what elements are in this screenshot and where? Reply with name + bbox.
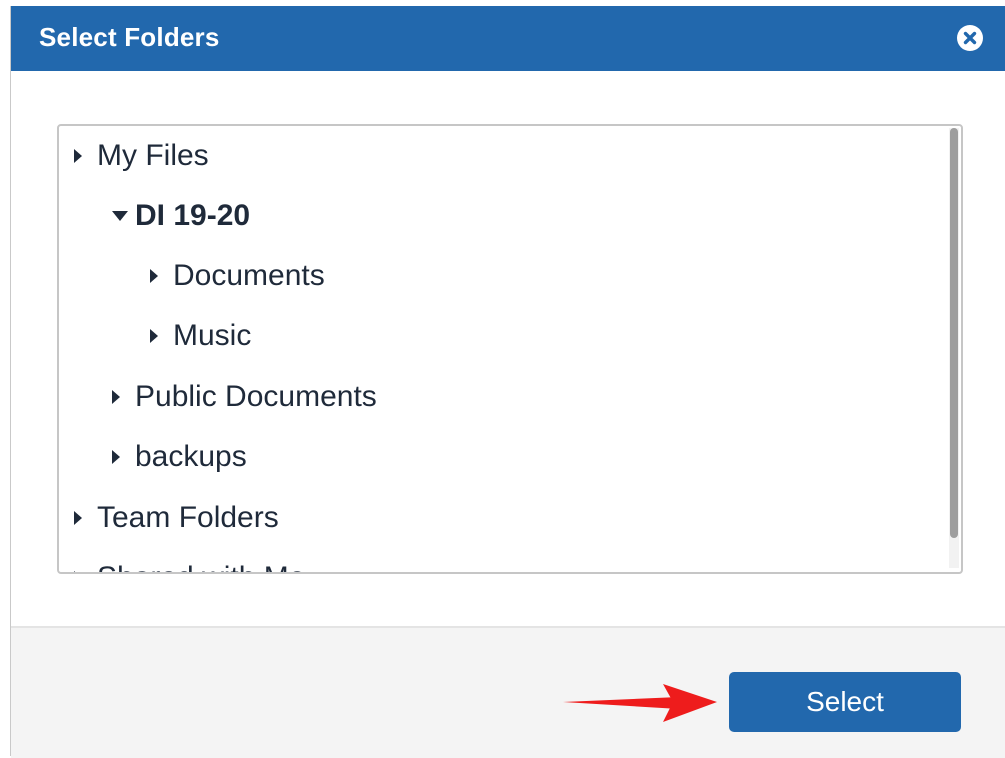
tree-node-music[interactable]: Music	[149, 316, 251, 356]
select-folders-dialog: Select Folders My Files DI 19-20 Documen…	[10, 6, 1005, 758]
tree-node-label: Public Documents	[135, 380, 377, 413]
tree-node-label: Music	[173, 319, 252, 352]
tree-node-documents[interactable]: Documents	[149, 256, 325, 296]
tree-node-public-documents[interactable]: Public Documents	[111, 377, 377, 417]
dialog-footer: Select	[11, 626, 1005, 758]
dialog-title: Select Folders	[39, 22, 220, 52]
tree-node-label: Shared with Me	[97, 561, 305, 572]
tree-node-my-files[interactable]: My Files	[73, 136, 209, 176]
tree-node-label: Team Folders	[97, 501, 279, 534]
tree-node-label: DI 19-20	[135, 199, 251, 232]
select-button[interactable]: Select	[729, 672, 961, 732]
caret-right-icon[interactable]	[111, 389, 129, 405]
tree-node-di-19-20[interactable]: DI 19-20	[111, 196, 250, 236]
caret-right-icon[interactable]	[73, 570, 91, 572]
close-icon[interactable]	[957, 25, 983, 51]
dialog-header: Select Folders	[11, 6, 1005, 71]
caret-right-icon[interactable]	[73, 148, 91, 164]
tree-node-team-folders[interactable]: Team Folders	[73, 498, 279, 538]
caret-right-icon[interactable]	[149, 268, 167, 284]
caret-right-icon[interactable]	[73, 510, 91, 526]
caret-right-icon[interactable]	[111, 449, 129, 465]
tree-node-label: My Files	[97, 139, 209, 172]
tree-node-backups[interactable]: backups	[111, 437, 247, 477]
red-arrow-icon	[563, 684, 717, 722]
tree-node-label: Documents	[173, 259, 325, 292]
tree-node-label: backups	[135, 440, 247, 473]
caret-right-icon[interactable]	[149, 328, 167, 344]
caret-down-icon[interactable]	[111, 210, 129, 222]
folder-tree[interactable]: My Files DI 19-20 Documents Music Public…	[57, 124, 963, 574]
scrollbar-thumb[interactable]	[950, 128, 958, 538]
tree-node-shared-with-me[interactable]: Shared with Me	[73, 558, 305, 572]
tree-scrollbar[interactable]	[949, 128, 959, 568]
